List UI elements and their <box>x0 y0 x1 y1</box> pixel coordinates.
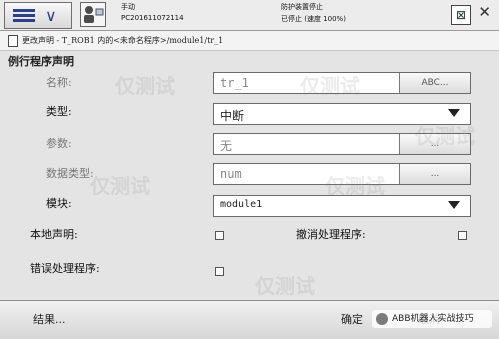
ok-button[interactable]: 确定 <box>341 311 363 327</box>
params-edit-button[interactable]: ... <box>399 134 470 154</box>
status-line-1: 防护装置停止 <box>281 3 323 11</box>
status-line-2: 已停止 (速度 100%) <box>281 15 346 23</box>
breadcrumb: 更改声明 - T_ROB1 内的<未命名程序>/module1/tr_1 <box>0 31 499 51</box>
params-label: 参数: <box>46 137 72 150</box>
chevron-down-icon: ∨ <box>45 6 57 25</box>
controller-id-text: PC201611072114 <box>121 14 184 22</box>
close-icon[interactable]: ⊠ <box>451 5 471 25</box>
watermark-text: 仅测试 <box>115 74 175 98</box>
datatype-edit-button[interactable]: ... <box>399 164 470 184</box>
name-edit-button[interactable]: ABC... <box>399 73 470 93</box>
type-value: 中断 <box>220 109 245 123</box>
dropdown-arrow-icon <box>448 109 460 117</box>
name-value: tr_1 <box>220 76 249 90</box>
robot-operator-icon[interactable] <box>80 2 106 27</box>
mode-text: 手动 <box>121 3 135 11</box>
name-field[interactable]: tr_1 ABC... <box>213 72 471 94</box>
bottom-bar: 结果... 确定 取消 ABB机器人实战技巧 <box>0 300 499 339</box>
result-button[interactable]: 结果... <box>33 311 66 327</box>
dropdown-arrow-icon <box>448 201 460 209</box>
params-value: 无 <box>220 139 233 153</box>
error-handler-label: 错误处理程序: <box>30 262 100 275</box>
local-declaration-label: 本地声明: <box>30 228 78 241</box>
main-menu-button[interactable]: ∨ <box>4 2 72 29</box>
undo-handler-checkbox[interactable] <box>458 231 467 240</box>
section-title: 例行程序声明 <box>8 55 74 68</box>
error-handler-checkbox[interactable] <box>215 267 224 276</box>
datatype-value: num <box>220 167 242 181</box>
close-icon[interactable]: ✕ <box>478 3 491 21</box>
module-value: module1 <box>220 199 263 210</box>
undo-handler-label: 撤消处理程序: <box>296 228 366 241</box>
watermark-text: 仅测试 <box>90 174 150 198</box>
datatype-label: 数据类型: <box>46 167 94 180</box>
module-select[interactable]: module1 <box>213 195 471 217</box>
hamburger-icon <box>13 9 35 23</box>
module-label: 模块: <box>46 197 72 210</box>
watermark-text: 仅测试 <box>255 274 315 298</box>
datatype-field[interactable]: num ... <box>213 163 471 185</box>
top-bar: ∨ 手动 PC201611072114 防护装置停止 已停止 (速度 100%)… <box>0 0 499 31</box>
local-declaration-checkbox[interactable] <box>215 231 224 240</box>
wechat-watermark-badge: ABB机器人实战技巧 <box>372 310 492 328</box>
name-label: 名称: <box>46 76 72 89</box>
type-label: 类型: <box>46 105 72 118</box>
type-select[interactable]: 中断 <box>213 103 471 125</box>
params-field[interactable]: 无 ... <box>213 133 471 155</box>
breadcrumb-text: 更改声明 - T_ROB1 内的<未命名程序>/module1/tr_1 <box>22 36 224 45</box>
document-icon <box>8 35 18 47</box>
